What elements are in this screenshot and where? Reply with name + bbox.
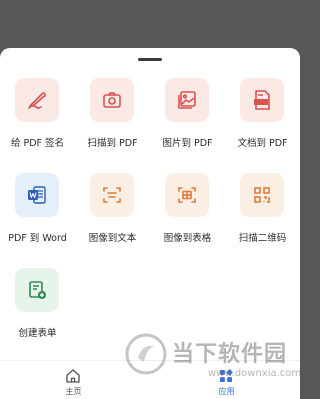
tool-label: 扫描到 PDF xyxy=(87,138,138,149)
apps-grid-icon xyxy=(220,369,233,382)
image-icon xyxy=(165,78,209,122)
tool-create-form[interactable]: 创建表单 xyxy=(0,268,75,368)
nav-home-label: 主页 xyxy=(65,387,82,396)
apps-bottom-sheet: 给 PDF 签名 扫描到 PDF 图片到 PDF 文档到 PDF PDF 到 W… xyxy=(0,48,300,399)
form-icon xyxy=(15,268,59,312)
qr-code-icon xyxy=(240,173,284,217)
tool-scan-to-pdf[interactable]: 扫描到 PDF xyxy=(75,78,150,178)
camera-icon xyxy=(90,78,134,122)
tool-label: 图片到 PDF xyxy=(162,138,213,149)
tool-image-to-text[interactable]: 图像到文本 xyxy=(75,173,150,273)
tool-label: 扫描二维码 xyxy=(238,233,287,244)
document-pdf-icon xyxy=(240,78,284,122)
tool-sign-pdf[interactable]: 给 PDF 签名 xyxy=(0,78,75,178)
tool-scan-qr-code[interactable]: 扫描二维码 xyxy=(225,173,300,273)
word-icon xyxy=(15,173,59,217)
tool-label: 创建表单 xyxy=(18,328,57,339)
scan-text-icon xyxy=(90,173,134,217)
tool-label: 图像到表格 xyxy=(163,233,212,244)
tool-pdf-to-word[interactable]: PDF 到 Word xyxy=(0,173,75,273)
tool-image-to-pdf[interactable]: 图片到 PDF xyxy=(150,78,225,178)
tool-document-to-pdf[interactable]: 文档到 PDF xyxy=(225,78,300,178)
scan-table-icon xyxy=(165,173,209,217)
home-icon xyxy=(66,369,80,383)
nav-apps-label: 应用 xyxy=(218,387,235,396)
signature-icon xyxy=(15,78,59,122)
tool-image-to-table[interactable]: 图像到表格 xyxy=(150,173,225,273)
nav-apps[interactable]: 应用 xyxy=(189,361,264,399)
tool-label: 文档到 PDF xyxy=(237,138,288,149)
bottom-navigation: 主页 应用 xyxy=(0,360,300,399)
tool-label: 图像到文本 xyxy=(88,233,137,244)
sheet-drag-handle[interactable] xyxy=(138,58,162,61)
nav-home[interactable]: 主页 xyxy=(36,361,111,399)
